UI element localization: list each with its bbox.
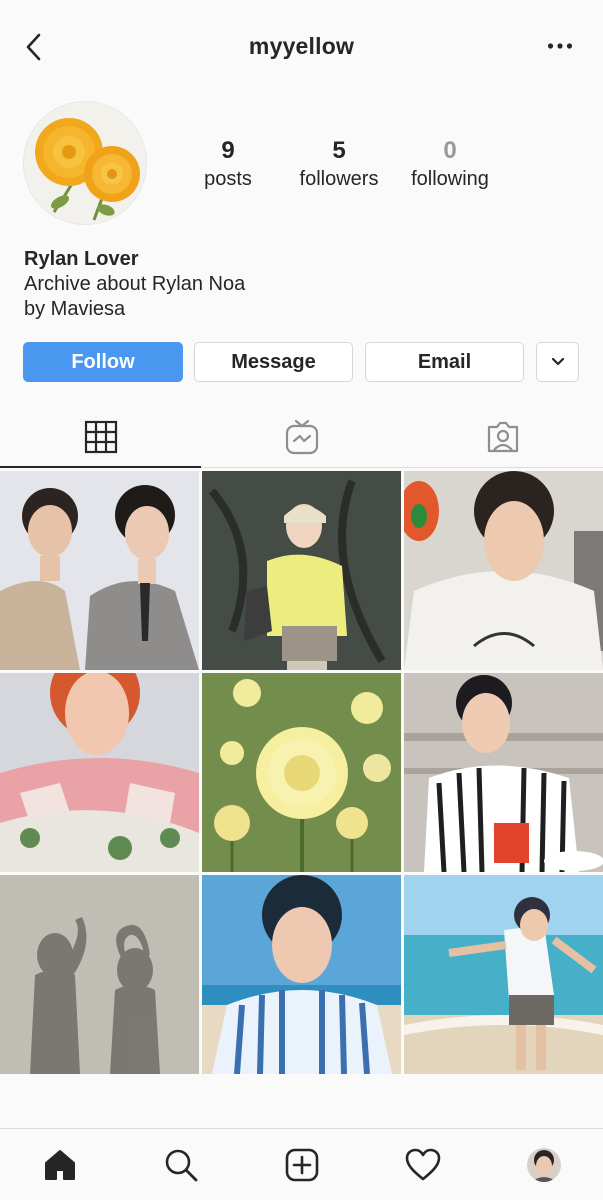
- home-icon: [45, 1150, 75, 1180]
- posts-label: posts: [204, 168, 252, 190]
- post-thumbnail[interactable]: [202, 471, 401, 670]
- post-image: [202, 673, 401, 872]
- bottom-navigation: [0, 1128, 603, 1200]
- profile-tabs: [0, 405, 603, 469]
- yellow-flower-photo: [24, 102, 146, 224]
- post-thumbnail[interactable]: [0, 471, 199, 670]
- stat-followers[interactable]: 5 followers: [284, 137, 394, 192]
- followers-label: followers: [299, 168, 379, 190]
- tagged-user-icon: [487, 421, 518, 453]
- active-tab-indicator: [0, 466, 201, 468]
- post-image: [404, 673, 603, 872]
- post-thumbnail[interactable]: [202, 673, 401, 872]
- profile-username: myyellow: [248, 33, 355, 59]
- search-icon: [165, 1149, 198, 1182]
- suggested-accounts-button[interactable]: [536, 342, 579, 382]
- post-image: [202, 471, 401, 670]
- nav-activity[interactable]: [399, 1141, 447, 1189]
- posts-count: 9: [221, 137, 235, 164]
- profile-avatar[interactable]: [23, 101, 147, 225]
- email-button[interactable]: Email: [365, 342, 524, 382]
- post-image: [0, 875, 199, 1074]
- plus-square-icon: [285, 1148, 319, 1182]
- profile-name: Rylan Lover: [24, 248, 139, 270]
- heart-icon: [405, 1148, 441, 1181]
- post-thumbnail[interactable]: [404, 673, 603, 872]
- post-image: [0, 673, 199, 872]
- chevron-down-icon: [551, 357, 564, 366]
- following-label: following: [411, 168, 489, 190]
- post-image: [404, 471, 603, 670]
- top-bar: myyellow: [0, 0, 603, 94]
- profile-bio: Rylan Lover Archive about Rylan Noa by M…: [24, 247, 245, 322]
- post-thumbnail[interactable]: [404, 471, 603, 670]
- grid-icon: [84, 420, 117, 454]
- profile-avatar: [527, 1148, 561, 1182]
- post-thumbnail[interactable]: [0, 875, 199, 1074]
- post-image: [0, 471, 199, 670]
- post-image: [404, 875, 603, 1074]
- stat-following[interactable]: 0 following: [395, 137, 505, 192]
- ellipsis-icon: [547, 43, 573, 49]
- stat-posts[interactable]: 9 posts: [173, 137, 283, 192]
- message-button[interactable]: Message: [194, 342, 353, 382]
- tab-grid[interactable]: [0, 405, 201, 469]
- igtv-icon: [285, 419, 318, 455]
- tab-tagged[interactable]: [402, 405, 603, 469]
- follow-button[interactable]: Follow: [23, 342, 183, 382]
- bio-line: Archive about Rylan Noa: [24, 273, 246, 295]
- more-options-button[interactable]: [545, 36, 575, 56]
- bio-line: by Maviesa: [24, 298, 126, 320]
- post-thumbnail[interactable]: [404, 875, 603, 1074]
- post-image: [202, 875, 401, 1074]
- following-count: 0: [443, 137, 457, 164]
- nav-profile[interactable]: [520, 1141, 568, 1189]
- post-thumbnail[interactable]: [202, 875, 401, 1074]
- nav-home[interactable]: [36, 1141, 84, 1189]
- tab-igtv[interactable]: [201, 405, 402, 469]
- followers-count: 5: [332, 137, 346, 164]
- post-thumbnail[interactable]: [0, 673, 199, 872]
- nav-search[interactable]: [157, 1141, 205, 1189]
- nav-new-post[interactable]: [278, 1141, 326, 1189]
